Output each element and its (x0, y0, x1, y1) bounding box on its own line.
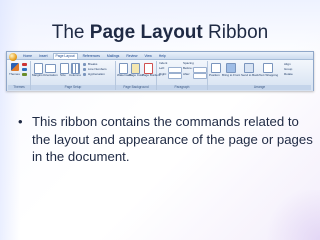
group-paragraph: Indent Spacing Left: Right: Before: Afte… (157, 61, 208, 90)
breaks-icon[interactable] (83, 63, 86, 66)
themes-button[interactable]: Themes (9, 73, 20, 76)
themes-icon[interactable] (11, 63, 19, 71)
group-label-arrange: Arrange (208, 85, 311, 90)
indent-right-label: Right: (159, 72, 167, 76)
bullet-list: • This ribbon contains the commands rela… (18, 113, 314, 166)
spacing-after-input[interactable] (193, 73, 207, 79)
indent-right-input[interactable] (168, 73, 182, 79)
ribbon-screenshot: Home Insert Page Layout References Maili… (6, 51, 314, 91)
text-wrapping-button[interactable]: Text Wrapping (259, 74, 278, 77)
bullet-item: • This ribbon contains the commands rela… (18, 113, 314, 166)
hyphenation-icon[interactable] (83, 73, 86, 76)
align-button[interactable]: Align (284, 63, 291, 66)
group-button[interactable]: Group (284, 68, 292, 71)
send-to-back-icon[interactable] (244, 63, 254, 73)
theme-colors-icon[interactable] (22, 63, 27, 66)
bring-to-front-icon[interactable] (226, 63, 236, 73)
slide-title: The Page Layout Ribbon (0, 22, 320, 44)
theme-fonts-icon[interactable] (22, 68, 27, 71)
rotate-button[interactable]: Rotate (284, 73, 293, 76)
spacing-label: Spacing (183, 61, 194, 65)
indent-left-label: Left: (159, 66, 165, 70)
bullet-text: This ribbon contains the commands relate… (32, 114, 313, 164)
breaks-button[interactable]: Breaks (88, 63, 97, 66)
group-page-background: Watermark Page Color Page Borders Page B… (116, 61, 160, 90)
columns-button[interactable]: Columns (69, 74, 81, 77)
group-themes: Themes Themes (8, 61, 31, 90)
position-button[interactable]: Position (209, 74, 220, 77)
theme-effects-icon[interactable] (22, 73, 27, 76)
spacing-before-label: Before: (183, 66, 193, 70)
position-icon[interactable] (211, 63, 221, 73)
orientation-icon[interactable] (45, 64, 56, 73)
bullet-dot-icon: • (18, 114, 23, 129)
indent-label: Indent (159, 61, 168, 65)
slide-title-bold: Page Layout (89, 22, 203, 43)
group-label-paragraph: Paragraph (157, 85, 207, 90)
line-numbers-icon[interactable] (83, 68, 86, 71)
spacing-after-label: After: (183, 72, 191, 76)
hyphenation-button[interactable]: Hyphenation (88, 73, 105, 76)
slide-title-suffix: Ribbon (202, 22, 269, 43)
group-page-setup: Margins Orientation Size Columns Breaks … (31, 61, 116, 90)
size-button[interactable]: Size (60, 74, 66, 77)
line-numbers-button[interactable]: Line Numbers (88, 68, 107, 71)
background-corner-accent (260, 190, 320, 240)
send-to-back-button[interactable]: Send to Back (241, 74, 259, 77)
slide-title-prefix: The (51, 22, 90, 43)
margins-button[interactable]: Margins (32, 74, 43, 77)
group-arrange: Position Bring to Front Send to Back Tex… (208, 61, 311, 90)
bring-to-front-button[interactable]: Bring to Front (222, 74, 240, 77)
orientation-button[interactable]: Orientation (43, 74, 58, 77)
office-button-icon[interactable] (9, 53, 17, 61)
ribbon-groups: Themes Themes Margins Orientation Size C… (7, 59, 313, 91)
group-label-themes: Themes (8, 85, 30, 90)
text-wrapping-icon[interactable] (263, 63, 273, 73)
group-label-page-background: Page Background (116, 85, 156, 90)
group-label-page-setup: Page Setup (31, 85, 115, 90)
